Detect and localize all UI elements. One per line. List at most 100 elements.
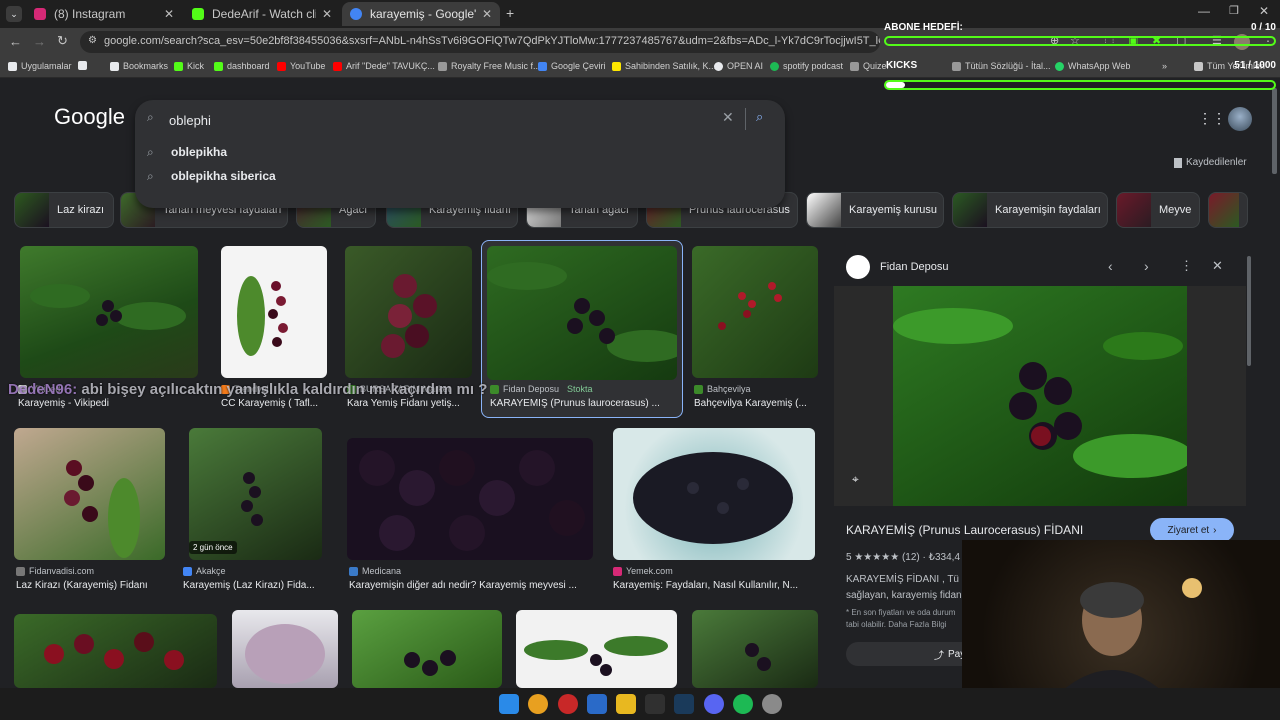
result-title[interactable]: Laz Kirazı (Karayemiş) Fidanı	[16, 580, 166, 591]
account-avatar[interactable]	[1228, 107, 1252, 131]
source-favicon	[846, 255, 870, 279]
chrome-icon[interactable]	[528, 694, 548, 714]
store-icon[interactable]	[587, 694, 607, 714]
result-image-bahcevilya[interactable]	[692, 246, 818, 378]
bookmark-dashboard[interactable]: dashboard	[214, 61, 270, 71]
tab-kick[interactable]: DedeArif - Watch clips on Kick ✕	[184, 2, 340, 26]
forward-icon[interactable]: →	[33, 34, 46, 49]
chip-karayemisin-faydalari[interactable]: Karayemişin faydaları	[952, 192, 1108, 228]
search-submit-icon[interactable]: ⌕	[756, 109, 763, 125]
suggestion-item[interactable]: ⌕ oblepikha siberica	[147, 166, 276, 186]
result-image[interactable]	[516, 610, 677, 688]
tab-instagram[interactable]: (8) Instagram ✕	[26, 2, 182, 26]
settings-icon[interactable]	[762, 694, 782, 714]
chat-text: abi bişey açılıcaktın yanlışlıkla kaldır…	[81, 381, 488, 398]
new-tab-icon[interactable]: +	[506, 5, 514, 21]
suggestion-item[interactable]: ⌕ oblepikha	[147, 142, 227, 162]
visit-button[interactable]: Ziyaret et ›	[1150, 518, 1234, 542]
preview-image[interactable]: ⌖	[834, 286, 1246, 506]
bookmark-youtube[interactable]: YouTube	[277, 61, 325, 71]
bookmark-arif-dede[interactable]: Arif "Dede" TAVUKÇ...	[333, 61, 435, 71]
google-logo[interactable]: Google	[54, 104, 125, 130]
result-image[interactable]	[692, 610, 818, 688]
bookmark-spotify-podcast[interactable]: spotify podcast	[770, 61, 843, 71]
result-image-trendyol[interactable]	[221, 246, 327, 378]
scrollbar[interactable]	[1247, 256, 1251, 366]
result-source[interactable]: Bahçevilya	[694, 384, 751, 394]
close-window-icon[interactable]: ✕	[1259, 4, 1269, 18]
file-explorer-icon[interactable]	[616, 694, 636, 714]
app-icon[interactable]	[558, 694, 578, 714]
restore-icon[interactable]: ❐	[1229, 4, 1239, 17]
bookmark-sahibinden[interactable]: Sahibinden Satılık, K...	[612, 61, 716, 71]
bookmark-openai[interactable]: OPEN AI	[714, 61, 763, 71]
berry-photo	[487, 246, 677, 380]
lens-icon[interactable]: ⌖	[852, 472, 859, 487]
windows-start-icon[interactable]	[499, 694, 519, 714]
result-title[interactable]: Bahçevilya Karayemiş (...	[694, 398, 818, 409]
bookmark-grid[interactable]	[78, 61, 91, 70]
app-icon[interactable]	[645, 694, 665, 714]
result-image-yemek[interactable]	[613, 428, 815, 560]
result-title[interactable]: Karayemişin diğer adı nedir? Karayemiş m…	[349, 580, 593, 591]
bookmark-kick[interactable]: Kick	[174, 61, 204, 71]
back-icon[interactable]: ←	[9, 34, 22, 49]
date-overlay: 2 gün önce	[189, 541, 237, 554]
steam-icon[interactable]	[674, 694, 694, 714]
chip-laz-kirazi[interactable]: Laz kirazı	[14, 192, 114, 228]
chip-thumbnail	[1209, 193, 1239, 227]
search-input[interactable]	[169, 110, 689, 130]
panel-source[interactable]: Fidan Deposu	[880, 261, 949, 273]
bookmark-quizel[interactable]: Quizel	[850, 61, 889, 71]
address-bar[interactable]: ⚙ google.com/search?sca_esv=50e2bf8f3845…	[80, 31, 880, 53]
chat-username: DedeN96:	[8, 381, 78, 398]
close-icon[interactable]: ✕	[164, 7, 174, 21]
spotify-icon	[770, 61, 779, 71]
prev-icon[interactable]: ‹	[1108, 258, 1113, 274]
result-image-vikipedi[interactable]	[20, 246, 198, 378]
result-image-akakce[interactable]: 2 gün önce	[189, 428, 322, 560]
result-image-bursa-tarim[interactable]	[345, 246, 472, 378]
result-image[interactable]	[232, 610, 338, 688]
more-options-icon[interactable]: ⋮	[1180, 258, 1193, 274]
result-source[interactable]: Yemek.com	[613, 566, 673, 576]
close-icon[interactable]: ✕	[482, 7, 492, 21]
next-icon[interactable]: ›	[1144, 258, 1149, 274]
close-icon[interactable]: ✕	[322, 7, 332, 21]
chip-thumbnail	[15, 193, 49, 227]
bookmark-google-translate[interactable]: Google Çeviri	[538, 61, 606, 71]
chip-meyve[interactable]: Meyve	[1116, 192, 1200, 228]
google-apps-icon[interactable]: ⋮⋮	[1198, 110, 1226, 127]
berry-photo	[633, 452, 793, 544]
tab-google-search[interactable]: karayemiş - Google'da Ara ✕	[342, 2, 500, 26]
close-icon[interactable]: ✕	[1212, 258, 1223, 274]
chat-message: DedeN96: abi bişey açılıcaktın yanlışlık…	[8, 378, 528, 402]
reload-icon[interactable]: ↻	[57, 33, 68, 49]
bookmark-royalty-music[interactable]: Royalty Free Music f...	[438, 61, 541, 71]
instagram-icon	[34, 8, 46, 20]
result-source[interactable]: Medicana	[349, 566, 401, 576]
result-image-fidanvadisi[interactable]	[14, 428, 165, 560]
discord-icon[interactable]	[704, 694, 724, 714]
spotify-icon[interactable]	[733, 694, 753, 714]
result-image-medicana[interactable]	[347, 438, 593, 560]
panel-title[interactable]: KARAYEMİŞ (Prunus Laurocerasus) FİDANI	[846, 523, 1083, 537]
clear-icon[interactable]: ✕	[722, 109, 734, 126]
result-image[interactable]	[352, 610, 502, 688]
result-source[interactable]: Akakçe	[183, 566, 226, 576]
page-scrollbar[interactable]	[1272, 88, 1277, 174]
result-source[interactable]: Fidanvadisi.com	[16, 566, 94, 576]
bookmark-apps[interactable]: Uygulamalar	[8, 61, 72, 71]
kicks-value: 51 / 1000	[1234, 60, 1276, 71]
tab-search-icon[interactable]: ⌄	[6, 6, 22, 22]
result-title[interactable]: Karayemiş (Laz Kirazı) Fida...	[183, 580, 328, 591]
chip-karayemis-kurusu[interactable]: Karayemiş kurusu	[806, 192, 944, 228]
music-icon	[438, 61, 447, 71]
saved-link[interactable]: Kaydedilenler	[1174, 157, 1247, 168]
minimize-icon[interactable]: —	[1198, 4, 1210, 18]
result-title[interactable]: Karayemiş: Faydaları, Nasıl Kullanılır, …	[613, 580, 813, 591]
chip-more[interactable]	[1208, 192, 1248, 228]
site-info-icon[interactable]: ⚙	[88, 35, 97, 46]
result-image[interactable]	[14, 614, 217, 688]
bookmark-bookmarks[interactable]: Bookmarks	[110, 61, 168, 71]
